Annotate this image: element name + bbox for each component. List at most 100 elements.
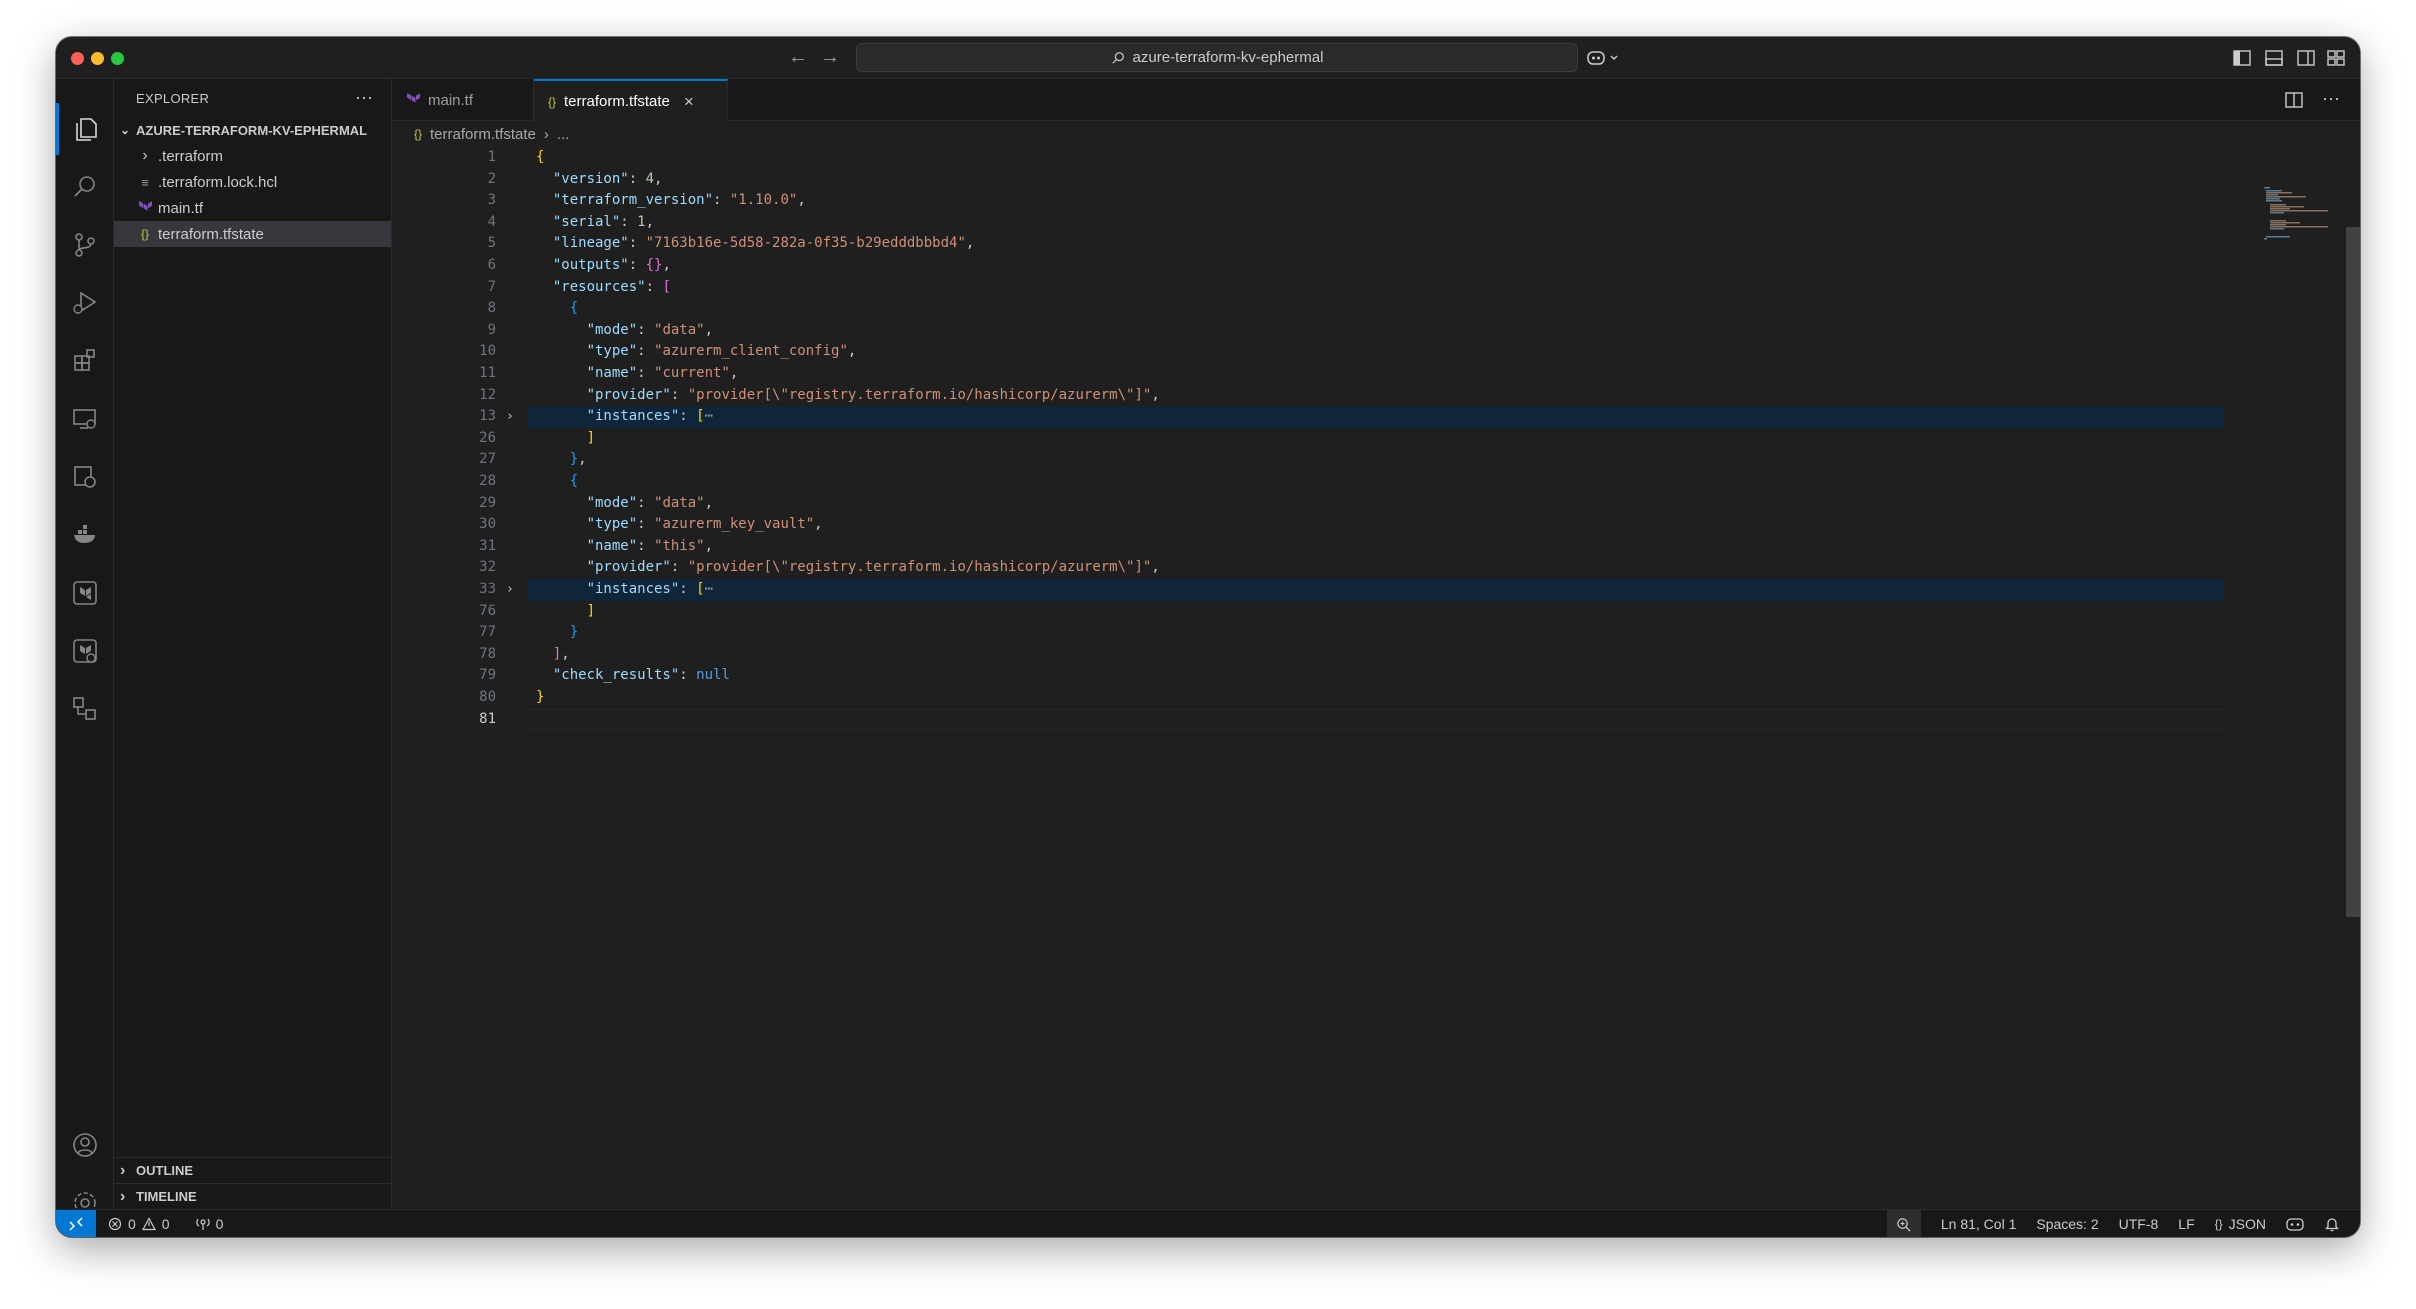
search-view-button[interactable] [56, 161, 114, 213]
error-icon [108, 1217, 122, 1231]
back-arrow-icon[interactable]: ← [786, 45, 810, 69]
container-settings-view-button[interactable] [56, 451, 114, 503]
outline-section-header[interactable]: › OUTLINE [114, 1157, 391, 1183]
encoding[interactable]: UTF-8 [2119, 1216, 2159, 1232]
scrollbar-thumb[interactable] [2346, 227, 2360, 917]
line-number: 29 [479, 494, 496, 511]
timeline-section-header[interactable]: › TIMELINE [114, 1183, 391, 1209]
timeline-label: TIMELINE [136, 1189, 197, 1204]
fold-chevron-right-icon[interactable]: › [506, 579, 514, 601]
explorer-more-actions-button[interactable]: ··· [355, 87, 373, 108]
tree-item-lock-hcl[interactable]: ≡ .terraform.lock.hcl [114, 169, 391, 195]
explorer-view-button[interactable] [56, 103, 114, 155]
docker-icon [74, 525, 95, 543]
chevron-down-icon: ⌄ [120, 123, 131, 137]
tab-main-tf[interactable]: main.tf [392, 79, 534, 121]
tree-item-label: terraform.tfstate [158, 225, 264, 243]
breadcrumb-file[interactable]: terraform.tfstate [430, 126, 536, 143]
remote-explorer-view-button[interactable] [56, 393, 114, 445]
line-number: 32 [479, 559, 496, 576]
json-value: 1 [637, 213, 646, 230]
code-line: 9 "mode": "data", [392, 320, 2360, 342]
line-content: "instances": [⋯ [528, 406, 2224, 428]
explorer-sidebar: EXPLORER ··· ⌄ AZURE-TERRAFORM-KV-EPHERM… [114, 79, 392, 1209]
copilot-icon[interactable] [1586, 48, 1622, 68]
line-number: 26 [479, 429, 496, 446]
json-key: "type" [586, 343, 638, 360]
command-center-search[interactable]: azure-terraform-kv-ephermal [856, 43, 1578, 72]
json-value: 4 [645, 170, 655, 187]
end-of-line[interactable]: LF [2178, 1216, 2194, 1232]
editor-more-actions-button[interactable]: ··· [2322, 88, 2340, 109]
language-label: JSON [2228, 1216, 2266, 1232]
diagram-view-button[interactable] [56, 683, 114, 735]
split-editor-icon[interactable] [2284, 90, 2304, 110]
copilot-status-icon[interactable] [2286, 1216, 2304, 1232]
code-line-current: 81 [392, 708, 2360, 731]
minimize-window-button[interactable] [91, 52, 104, 65]
indentation[interactable]: Spaces: 2 [2036, 1216, 2098, 1232]
zoom-icon [1897, 1217, 1911, 1231]
extensions-view-button[interactable] [56, 335, 114, 387]
toggle-panel-icon[interactable] [2264, 48, 2284, 68]
close-tab-icon[interactable]: × [684, 92, 694, 112]
customize-layout-icon[interactable] [2326, 48, 2346, 68]
line-number: 3 [487, 192, 496, 209]
account-icon [73, 1133, 97, 1157]
code-line: 4 "serial": 1, [392, 212, 2360, 234]
line-number: 27 [479, 451, 496, 468]
line-number: 28 [479, 473, 496, 489]
code-line: 31 "name": "this", [392, 536, 2360, 558]
json-value: "data" [654, 321, 705, 338]
remote-indicator-button[interactable] [56, 1210, 96, 1237]
json-key: "outputs" [552, 257, 629, 273]
folded-ellipsis[interactable]: ⋯ [705, 408, 713, 424]
zoom-button[interactable] [1886, 1210, 1921, 1237]
cursor-position[interactable]: Ln 81, Col 1 [1941, 1216, 2017, 1232]
fold-chevron-right-icon[interactable]: › [506, 406, 514, 428]
bell-icon[interactable] [2324, 1216, 2340, 1232]
chevron-right-icon: › [120, 1161, 126, 1179]
json-value: "7163b16e-5d58-282a-0f35-b29edddbbbd4" [645, 235, 966, 252]
line-number: 11 [479, 365, 496, 381]
run-debug-view-button[interactable] [56, 277, 114, 329]
folded-ellipsis[interactable]: ⋯ [705, 581, 713, 597]
line-content: "provider": "provider[\"registry.terrafo… [586, 559, 1160, 576]
json-key: "name" [586, 537, 638, 554]
root-folder-label: AZURE-TERRAFORM-KV-EPHERMAL [136, 122, 368, 138]
ports-icon [195, 1218, 210, 1230]
docker-view-button[interactable] [56, 509, 114, 561]
toggle-primary-sidebar-icon[interactable] [2232, 48, 2252, 68]
explorer-title: EXPLORER [136, 90, 210, 106]
tree-item-main-tf[interactable]: main.tf [114, 195, 391, 221]
forward-arrow-icon[interactable]: → [818, 45, 842, 69]
close-window-button[interactable] [71, 52, 84, 65]
line-content: "mode": "data", [586, 494, 714, 511]
line-content: "serial": 1, [552, 213, 655, 230]
command-center-label: azure-terraform-kv-ephermal [1132, 49, 1324, 66]
breadcrumb: {} terraform.tfstate › ... [392, 121, 2360, 147]
tree-item-terraform-folder[interactable]: › .terraform [114, 143, 391, 169]
minimap[interactable] [2264, 187, 2344, 247]
terraform-cloud-view-button[interactable] [56, 625, 114, 677]
accounts-button[interactable] [56, 1119, 114, 1171]
tree-item-tfstate[interactable]: {} terraform.tfstate [114, 221, 391, 247]
line-number: 1 [487, 149, 496, 165]
root-folder-header[interactable]: ⌄ AZURE-TERRAFORM-KV-EPHERMAL [114, 117, 391, 143]
maximize-window-button[interactable] [111, 52, 124, 65]
code-editor[interactable]: 1{ 2 "version": 4, 3 "terraform_version"… [392, 147, 2360, 1209]
terraform-view-button[interactable] [56, 567, 114, 619]
language-mode[interactable]: {} JSON [2215, 1216, 2266, 1232]
line-content: ] [586, 429, 596, 446]
breadcrumb-more[interactable]: ... [557, 126, 570, 143]
line-content: { [569, 300, 579, 317]
toggle-secondary-sidebar-icon[interactable] [2296, 48, 2316, 68]
source-control-view-button[interactable] [56, 219, 114, 271]
json-key: "version" [552, 170, 629, 187]
json-key: "provider" [586, 386, 671, 403]
problems-indicator[interactable]: 0 0 0 [108, 1210, 223, 1237]
tab-terraform-tfstate[interactable]: {} terraform.tfstate × [534, 79, 728, 122]
code-line: 1{ [392, 147, 2360, 169]
json-value: "azurerm_key_vault" [654, 516, 815, 533]
editor-scrollbar[interactable] [2346, 147, 2360, 1209]
